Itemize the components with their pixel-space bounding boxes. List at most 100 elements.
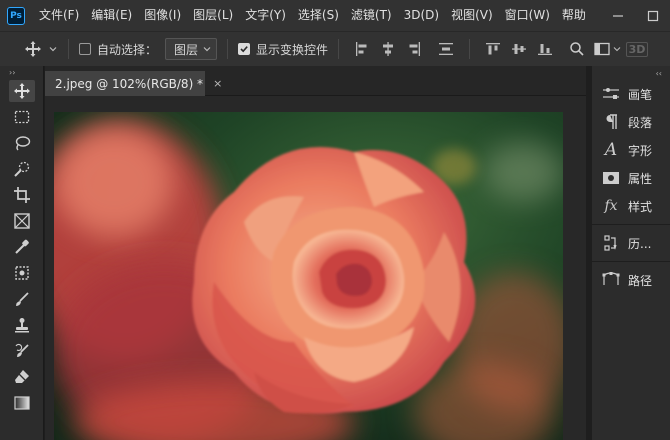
- show-transform-label: 显示变换控件: [256, 42, 329, 57]
- rose-photo: [54, 112, 563, 440]
- align-horizontal-center-button[interactable]: [375, 36, 401, 62]
- healing-brush-tool[interactable]: [0, 260, 44, 286]
- minimize-button[interactable]: [600, 0, 635, 31]
- document-tab-bar: 2.jpeg @ 102%(RGB/8) * ×: [45, 66, 586, 96]
- panel-paths[interactable]: 路径: [592, 266, 670, 294]
- panel-brush-settings[interactable]: 画笔: [592, 80, 670, 108]
- healing-patch-icon: [15, 266, 29, 280]
- chevron-down-icon: [613, 47, 620, 52]
- photoshop-logo-icon: Ps: [7, 6, 25, 25]
- panel-divider: [592, 261, 670, 262]
- move-tool[interactable]: [0, 78, 44, 104]
- panel-label: 字形: [628, 143, 653, 158]
- panel-paragraph[interactable]: 段落: [592, 108, 670, 136]
- menu-layer[interactable]: 图层(L): [187, 0, 239, 31]
- maximize-icon: [647, 10, 658, 21]
- panel-history[interactable]: 历...: [592, 229, 670, 257]
- divider: [338, 39, 340, 59]
- paragraph-icon: [600, 111, 622, 133]
- panel-styles[interactable]: fx 样式: [592, 192, 670, 220]
- lasso-icon: [15, 136, 31, 151]
- menu-filter[interactable]: 滤镜(T): [345, 0, 398, 31]
- panel-glyphs[interactable]: A 字形: [592, 136, 670, 164]
- clone-stamp-tool[interactable]: [0, 312, 44, 338]
- collapse-dock-icon[interactable]: ‹‹: [592, 66, 670, 80]
- canvas-area[interactable]: [45, 96, 586, 440]
- eyedropper-tool[interactable]: [0, 234, 44, 260]
- align-top-edges-icon: [486, 43, 501, 55]
- crop-tool[interactable]: [0, 182, 44, 208]
- align-right-edges-icon: [409, 42, 421, 56]
- maximize-button[interactable]: [635, 0, 670, 31]
- auto-select-target-dropdown[interactable]: 图层: [165, 38, 218, 60]
- show-transform-toggle[interactable]: 显示变换控件: [238, 32, 328, 67]
- workspace-icon: [593, 42, 610, 56]
- panel-properties[interactable]: 属性: [592, 164, 670, 192]
- menu-3d[interactable]: 3D(D): [398, 0, 445, 31]
- menu-file[interactable]: 文件(F): [33, 0, 85, 31]
- tool-preset-picker[interactable]: [0, 32, 58, 67]
- document-image[interactable]: [54, 112, 563, 440]
- rectangular-marquee-icon: [14, 110, 30, 124]
- brush-tool[interactable]: [0, 286, 44, 312]
- brush-settings-icon: [600, 83, 622, 105]
- align-buttons: [349, 32, 459, 67]
- chevron-down-icon: [203, 47, 211, 52]
- auto-select-toggle[interactable]: 自动选择：: [79, 32, 157, 67]
- align-top-button[interactable]: [480, 36, 506, 62]
- eraser-tool[interactable]: [0, 364, 44, 390]
- menu-bar: Ps 文件(F) 编辑(E) 图像(I) 图层(L) 文字(Y) 选择(S) 滤…: [0, 0, 670, 31]
- panel-label: 属性: [628, 171, 653, 186]
- divider: [469, 39, 471, 59]
- distribute-vertical-icon: [439, 43, 454, 55]
- menu-window[interactable]: 窗口(W): [499, 0, 556, 31]
- panel-label: 历...: [628, 236, 652, 251]
- align-right-button[interactable]: [401, 36, 427, 62]
- marquee-tool[interactable]: [0, 104, 44, 130]
- history-icon: [600, 232, 622, 254]
- align-bottom-button[interactable]: [532, 36, 558, 62]
- clone-stamp-icon: [15, 318, 29, 333]
- quick-selection-tool[interactable]: [0, 156, 44, 182]
- panel-label: 样式: [628, 199, 653, 214]
- show-transform-checkbox[interactable]: [238, 43, 251, 55]
- move-icon: [25, 41, 41, 57]
- frame-tool[interactable]: [0, 208, 44, 234]
- chevron-down-icon: [49, 47, 57, 52]
- align-left-button[interactable]: [349, 36, 375, 62]
- panel-label: 路径: [628, 273, 653, 288]
- menu-select[interactable]: 选择(S): [292, 0, 345, 31]
- panel-label: 段落: [628, 115, 653, 130]
- menu-help[interactable]: 帮助: [556, 0, 592, 31]
- right-panel-dock: ‹‹ 画笔 段落 A 字形 属性 fx 样式 历... 路径: [592, 66, 670, 440]
- brush-icon: [16, 292, 29, 306]
- history-brush-tool[interactable]: [0, 338, 44, 364]
- eraser-icon: [15, 370, 29, 383]
- auto-select-checkbox[interactable]: [79, 43, 91, 55]
- align-left-edges-icon: [356, 42, 367, 56]
- workspace-switcher[interactable]: [590, 36, 624, 62]
- 3d-mode-button[interactable]: 3D: [624, 36, 650, 62]
- lasso-tool[interactable]: [0, 130, 44, 156]
- gradient-tool[interactable]: [0, 390, 44, 416]
- search-button[interactable]: [564, 36, 590, 62]
- collapse-panel-icon[interactable]: ››: [0, 66, 43, 78]
- auto-select-target-value: 图层: [174, 42, 199, 57]
- menu-image[interactable]: 图像(I): [138, 0, 187, 31]
- menu-view[interactable]: 视图(V): [445, 0, 499, 31]
- align-vertical-buttons: [480, 32, 558, 67]
- window-controls: [600, 0, 670, 31]
- frame-icon: [14, 213, 30, 229]
- menu-edit[interactable]: 编辑(E): [85, 0, 138, 31]
- align-vertical-center-button[interactable]: [506, 36, 532, 62]
- minimize-icon: [612, 14, 623, 17]
- align-bottom-edges-icon: [538, 44, 553, 55]
- close-tab-button[interactable]: ×: [213, 77, 222, 90]
- document-tab[interactable]: 2.jpeg @ 102%(RGB/8) * ×: [45, 71, 222, 96]
- menu-type[interactable]: 文字(Y): [239, 0, 292, 31]
- quick-selection-icon: [14, 161, 30, 177]
- tools-panel: ››: [0, 66, 44, 440]
- align-vertical-centers-icon: [512, 44, 527, 54]
- distribute-vertical-button[interactable]: [433, 36, 459, 62]
- align-horizontal-centers-icon: [383, 42, 394, 56]
